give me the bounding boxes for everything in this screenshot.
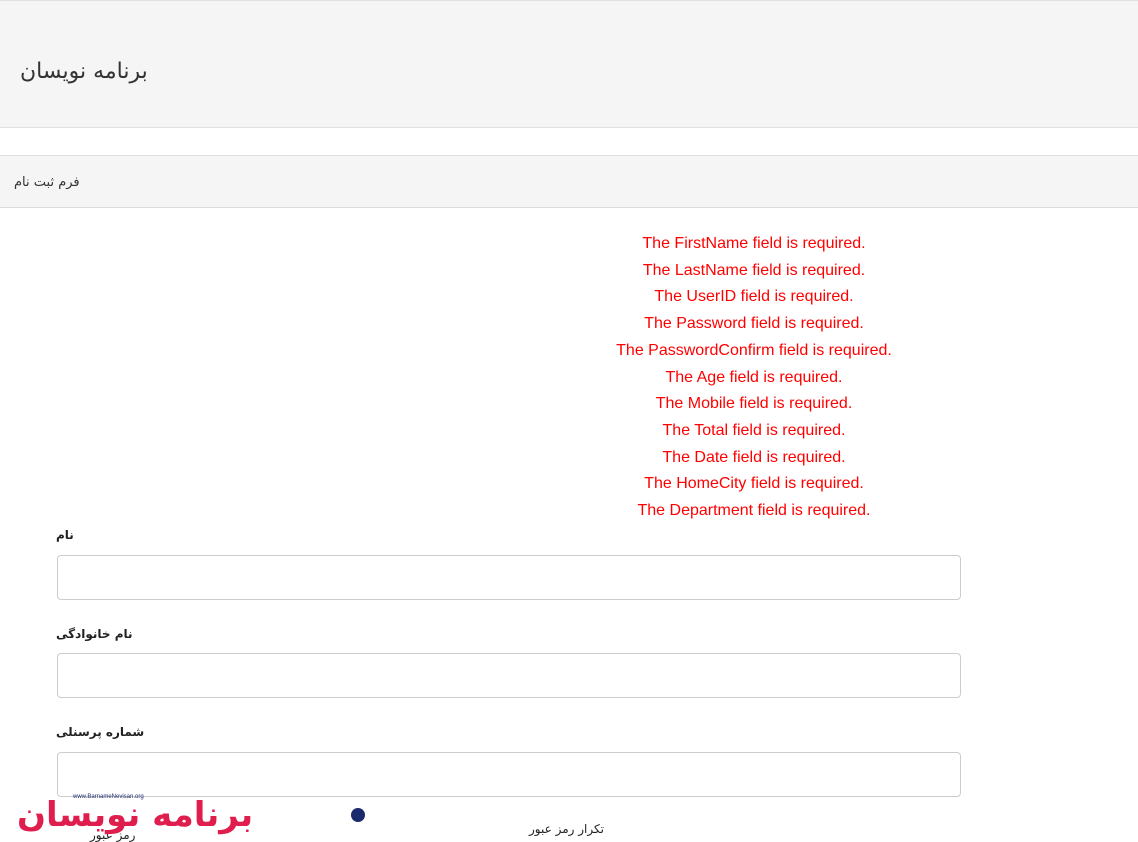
validation-error: The PasswordConfirm field is required. — [616, 341, 892, 359]
validation-error: The Total field is required. — [662, 421, 846, 439]
validation-error: The HomeCity field is required. — [644, 475, 864, 493]
panel-heading: فرم ثبت نام — [0, 155, 1138, 208]
validation-error: The Date field is required. — [662, 448, 846, 466]
watermark-url: www.BarnameNevisan.org — [73, 794, 144, 800]
password-confirm-label: تکرار رمز عبور — [529, 822, 604, 836]
last-name-label: نام خانوادگی — [56, 627, 133, 641]
user-id-input[interactable] — [57, 752, 961, 797]
brand-link[interactable]: برنامه نویسان — [20, 59, 148, 84]
validation-error: The Password field is required. — [644, 315, 864, 333]
watermark-logo: برنامه نویسان www.BarnameNevisan.org — [17, 794, 365, 838]
first-name-input[interactable] — [57, 555, 961, 600]
validation-error: The Age field is required. — [665, 368, 843, 386]
panel-title: فرم ثبت نام — [14, 175, 80, 190]
watermark-text: برنامه نویسان — [17, 795, 255, 835]
last-name-input[interactable] — [57, 653, 961, 698]
validation-summary: The FirstName field is required. The Las… — [554, 231, 954, 525]
validation-error: The Department field is required. — [637, 502, 871, 520]
user-id-label: شماره پرسنلی — [56, 725, 145, 739]
first-name-label: نام — [56, 528, 74, 542]
validation-error: The FirstName field is required. — [642, 235, 866, 252]
navbar: برنامه نویسان — [0, 0, 1138, 128]
validation-error: The LastName field is required. — [642, 261, 866, 279]
validation-error: The UserID field is required. — [654, 288, 854, 306]
watermark-dot-icon — [351, 808, 365, 822]
validation-error: The Mobile field is required. — [655, 395, 853, 413]
